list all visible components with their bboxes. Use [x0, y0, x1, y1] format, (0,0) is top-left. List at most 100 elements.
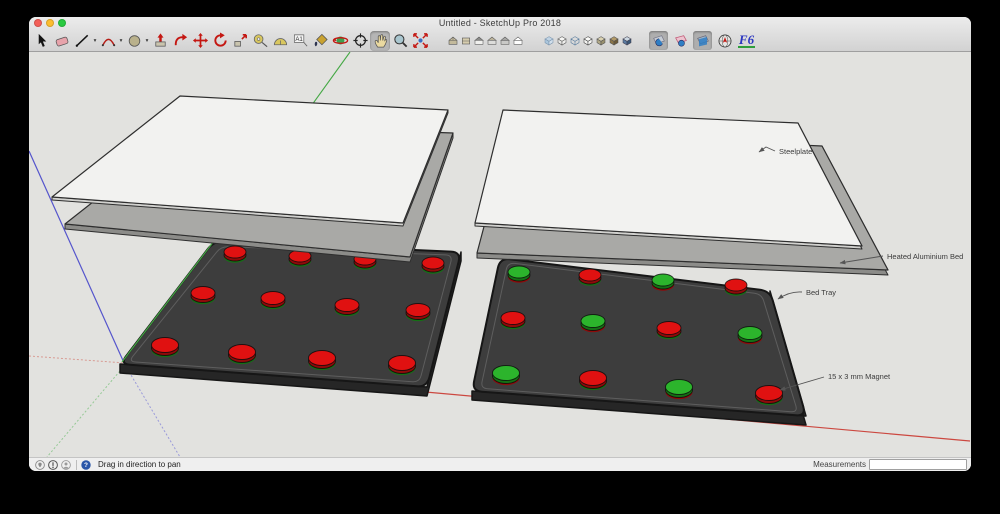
- zoom-extents-icon: [412, 32, 429, 49]
- tape-measure-icon: [252, 32, 269, 49]
- tool-back-view-button[interactable]: [498, 33, 511, 49]
- extras-group: F6: [649, 31, 759, 50]
- svg-text:A1: A1: [295, 36, 303, 43]
- orbit-icon: [332, 32, 349, 49]
- tool-section-cuts-button[interactable]: [671, 31, 690, 50]
- tool-tape-measure-button[interactable]: [250, 31, 270, 51]
- window-title: Untitled - SketchUp Pro 2018: [29, 18, 971, 28]
- tool-rotate-button[interactable]: [210, 31, 230, 51]
- red-magnet: [261, 292, 285, 310]
- bed-tray-label: Bed Tray: [806, 288, 836, 297]
- back-view-icon: [499, 35, 511, 47]
- tool-shaded-textures-button[interactable]: [607, 33, 620, 49]
- tool-scale-button[interactable]: [230, 31, 250, 51]
- tool-position-camera-button[interactable]: [350, 31, 370, 51]
- model-viewport[interactable]: Steelplate Heated Aluminium Bed Bed Tray…: [29, 52, 971, 457]
- face-styles-group: [542, 33, 633, 49]
- status-icons: ?: [35, 460, 94, 470]
- move-icon: [192, 32, 209, 49]
- geolocation-icon[interactable]: [35, 460, 45, 470]
- section-fill-icon: [695, 33, 711, 49]
- hidden-line-icon: [582, 35, 594, 47]
- tool-back-edges-button[interactable]: [555, 33, 568, 49]
- screenshot-stage: Untitled - SketchUp Pro 2018 ▾▾▾A1F6: [0, 0, 1000, 514]
- title-bar[interactable]: Untitled - SketchUp Pro 2018: [29, 17, 971, 30]
- front-view-icon: [473, 35, 485, 47]
- tool-left-view-button[interactable]: [511, 33, 524, 49]
- pan-icon: [372, 32, 389, 49]
- section-cuts-icon: [673, 33, 689, 49]
- tool-eraser-button[interactable]: [52, 31, 72, 51]
- rotate-icon: [212, 32, 229, 49]
- protractor-icon: [272, 32, 289, 49]
- top-view-icon: [460, 35, 472, 47]
- measurements-input[interactable]: [869, 459, 967, 470]
- tool-add-location-button[interactable]: [715, 31, 734, 50]
- tool-text-button[interactable]: A1: [290, 31, 310, 51]
- shaded-textures-icon: [608, 35, 620, 47]
- sketchup-window: Untitled - SketchUp Pro 2018 ▾▾▾A1F6: [29, 17, 971, 471]
- tool-pan-button[interactable]: [370, 31, 390, 51]
- green-magnet: [666, 380, 693, 400]
- credits-icon[interactable]: [48, 460, 58, 470]
- tool-section-fill-button[interactable]: [693, 31, 712, 50]
- tool-section-display-button[interactable]: [649, 31, 668, 50]
- tool-wireframe-button[interactable]: [568, 33, 581, 49]
- position-camera-icon: [352, 32, 369, 49]
- sign-in-icon[interactable]: [61, 460, 71, 470]
- green-magnet: [508, 266, 530, 283]
- red-magnet: [335, 299, 359, 317]
- tool-arc-button[interactable]: [98, 31, 118, 51]
- magnet-label: 15 x 3 mm Magnet: [828, 372, 891, 381]
- tool-follow-me-button[interactable]: [170, 31, 190, 51]
- status-divider: [76, 460, 77, 470]
- 3d-scene: Steelplate Heated Aluminium Bed Bed Tray…: [29, 52, 971, 457]
- tool-protractor-button[interactable]: [270, 31, 290, 51]
- tool-hidden-line-button[interactable]: [581, 33, 594, 49]
- paint-bucket-icon: [312, 32, 329, 49]
- left-bed-tray: [120, 241, 461, 396]
- views-group: [446, 33, 524, 49]
- red-magnet: [224, 246, 246, 263]
- red-magnet: [229, 345, 256, 365]
- tool-paint-bucket-button[interactable]: [310, 31, 330, 51]
- blue-axis-dotted: [125, 365, 180, 457]
- tool-top-view-button[interactable]: [459, 33, 472, 49]
- help-icon[interactable]: ?: [81, 460, 91, 470]
- right-bed-tray: [472, 259, 806, 425]
- right-plates: [475, 110, 888, 275]
- tool-f6-plugin-button[interactable]: F6: [737, 31, 756, 50]
- red-magnet: [406, 304, 430, 322]
- tool-line-button[interactable]: [72, 31, 92, 51]
- status-bar: ? Drag in direction to pan Measurements: [29, 457, 971, 471]
- red-magnet: [756, 386, 783, 406]
- tool-zoom-button[interactable]: [390, 31, 410, 51]
- measurements-label: Measurements: [813, 460, 866, 469]
- tool-orbit-button[interactable]: [330, 31, 350, 51]
- zoom-icon: [392, 32, 409, 49]
- green-magnet: [738, 327, 762, 345]
- shaded-icon: [595, 35, 607, 47]
- tool-right-view-button[interactable]: [485, 33, 498, 49]
- f6-plugin-icon: F6: [738, 33, 755, 48]
- tool-shaded-button[interactable]: [594, 33, 607, 49]
- red-magnet: [579, 269, 601, 286]
- tool-push-pull-button[interactable]: [150, 31, 170, 51]
- red-magnet: [501, 312, 525, 330]
- tool-zoom-extents-button[interactable]: [410, 31, 430, 51]
- red-magnet: [191, 287, 215, 305]
- tool-move-button[interactable]: [190, 31, 210, 51]
- tool-shapes-button[interactable]: [124, 31, 144, 51]
- red-magnet: [422, 257, 444, 274]
- toolbar: ▾▾▾A1F6: [29, 30, 971, 52]
- tool-front-view-button[interactable]: [472, 33, 485, 49]
- left-plates: [52, 96, 453, 262]
- tool-select-button[interactable]: [32, 31, 52, 51]
- green-axis-dotted: [47, 365, 125, 457]
- tool-xray-button[interactable]: [542, 33, 555, 49]
- tool-iso-view-button[interactable]: [446, 33, 459, 49]
- add-location-icon: [717, 33, 733, 49]
- select-icon: [34, 32, 51, 49]
- wireframe-icon: [569, 35, 581, 47]
- tool-monochrome-button[interactable]: [620, 33, 633, 49]
